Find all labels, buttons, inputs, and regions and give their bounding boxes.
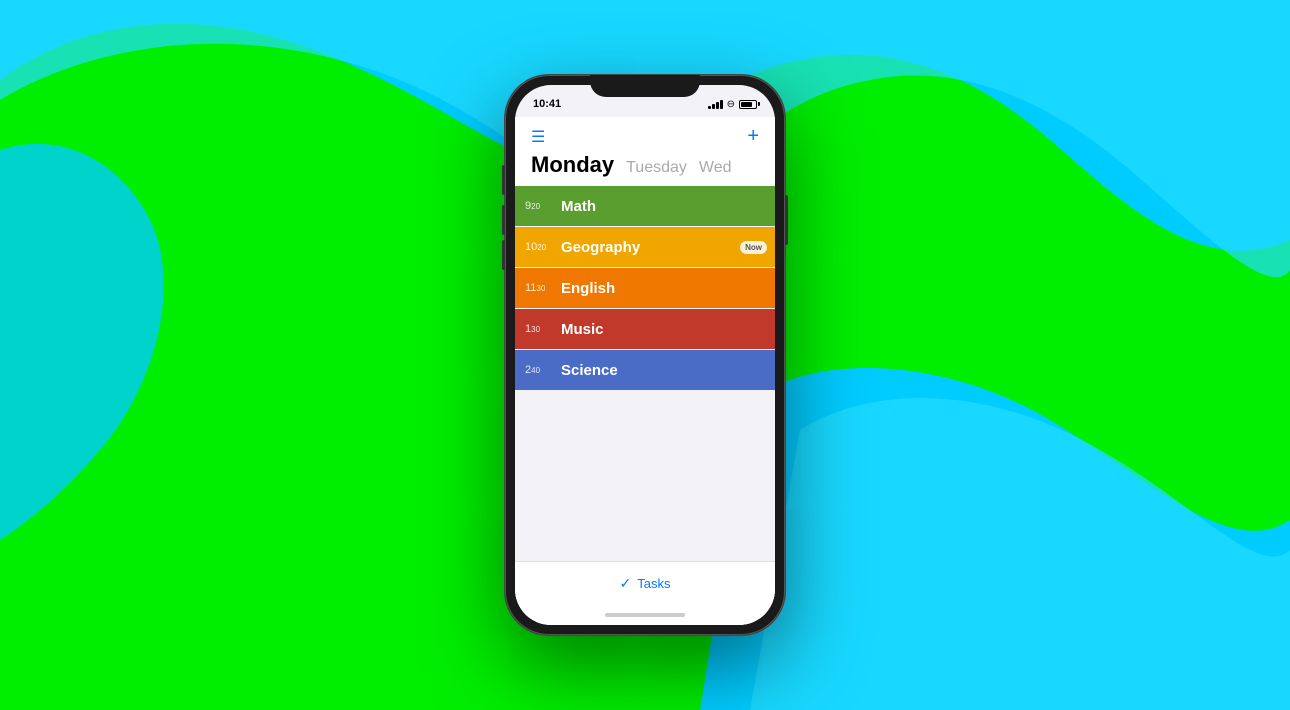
subject-name: Music	[561, 321, 604, 338]
time-hour: 11	[525, 282, 536, 294]
schedule-item[interactable]: 130 Music	[515, 309, 775, 349]
time-min: 40	[531, 367, 540, 375]
schedule-time: 1020	[525, 241, 553, 253]
schedule-item[interactable]: 1130 English	[515, 268, 775, 308]
subject-name: English	[561, 280, 615, 297]
subject-name: Science	[561, 362, 618, 379]
battery-icon	[739, 100, 757, 109]
home-indicator	[515, 605, 775, 625]
schedule-list: 920Math1020GeographyNow1130English130Mus…	[515, 186, 775, 406]
tasks-check-icon: ✓	[620, 575, 632, 592]
schedule-item[interactable]: 920 Math	[515, 186, 775, 226]
time-hour: 10	[525, 241, 537, 253]
subject-bar-english: 1130 English	[515, 268, 775, 308]
tasks-button[interactable]: Tasks	[637, 576, 670, 591]
schedule-item[interactable]: 240 Science	[515, 350, 775, 390]
menu-button[interactable]: ☰	[531, 127, 545, 147]
time-min: 20	[531, 203, 540, 211]
subject-bar-geography: 1020 Geography Now	[515, 227, 775, 267]
wifi-icon: ⊖	[727, 99, 735, 110]
schedule-time: 1130	[525, 282, 553, 294]
schedule-time: 920	[525, 200, 553, 212]
subject-bar-music: 130 Music	[515, 309, 775, 349]
time-min: 30	[536, 285, 545, 293]
schedule-time: 240	[525, 364, 553, 376]
phone-notch	[590, 75, 700, 97]
schedule-item[interactable]: 1020 Geography Now	[515, 227, 775, 267]
phone: 10:41 ⊖ ☰	[505, 75, 785, 635]
subject-name: Math	[561, 198, 596, 215]
phone-frame: 10:41 ⊖ ☰	[505, 75, 785, 635]
phone-screen: 10:41 ⊖ ☰	[515, 85, 775, 625]
subject-name: Geography	[561, 239, 640, 256]
subject-bar-science: 240 Science	[515, 350, 775, 390]
home-bar	[605, 613, 685, 617]
time-min: 20	[537, 244, 546, 252]
bottom-area: ✓ Tasks	[515, 406, 775, 626]
day-tabs: Monday Tuesday Wed	[515, 152, 775, 186]
now-badge: Now	[740, 241, 767, 254]
tab-tuesday[interactable]: Tuesday	[626, 159, 687, 177]
add-button[interactable]: +	[747, 125, 759, 148]
status-time: 10:41	[533, 98, 561, 110]
tab-wednesday[interactable]: Wed	[699, 159, 732, 177]
status-icons: ⊖	[708, 99, 757, 110]
tab-monday[interactable]: Monday	[531, 152, 614, 178]
schedule-time: 130	[525, 323, 553, 335]
subject-bar-math: 920 Math	[515, 186, 775, 226]
bottom-bar: ✓ Tasks	[515, 561, 775, 605]
time-min: 30	[531, 326, 540, 334]
app-content: ☰ + Monday Tuesday Wed 920Math1020Geogra…	[515, 117, 775, 625]
signal-icon	[708, 100, 723, 109]
toolbar: ☰ +	[515, 117, 775, 152]
